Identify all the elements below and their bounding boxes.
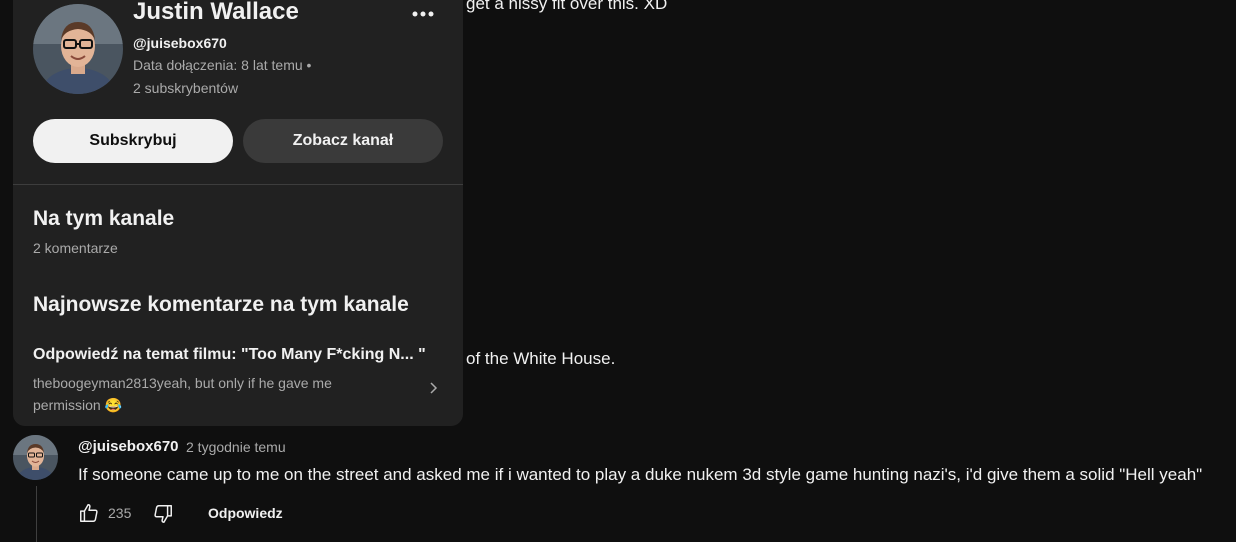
on-channel-heading: Na tym kanale [33, 207, 175, 230]
comment-text-fragment: of the White House. [466, 349, 616, 368]
join-date: Data dołączenia: 8 lat temu • [133, 57, 312, 73]
thumbs-down-icon [154, 505, 172, 523]
channel-handle: @juisebox670 [133, 35, 227, 51]
channel-name: Justin Wallace [133, 0, 299, 25]
comment-timestamp[interactable]: 2 tygodnie temu [186, 439, 286, 455]
channel-hover-card: Justin Wallace @juisebox670 Data dołącze… [13, 0, 463, 426]
thumbs-up-icon [80, 504, 98, 522]
comment-text-fragment: get a hissy fit over this. XD [466, 0, 668, 13]
recent-comment-snippet: theboogeyman2813yeah, but only if he gav… [33, 375, 332, 413]
avatar-image [33, 4, 123, 94]
page: get a hissy fit over this. XD of the Whi… [0, 0, 1236, 542]
comment-author[interactable]: @juisebox670 [78, 438, 179, 455]
avatar[interactable] [33, 4, 123, 94]
comment-avatar[interactable] [13, 435, 58, 480]
recent-comments-heading: Najnowsze komentarze na tym kanale [33, 293, 409, 316]
subscribe-button[interactable]: Subskrybuj [33, 119, 233, 163]
subscriber-count: 2 subskrybentów [133, 80, 239, 96]
comment-text: If someone came up to me on the street a… [78, 465, 1203, 484]
more-options-button[interactable] [408, 2, 438, 26]
view-channel-button[interactable]: Zobacz kanał [243, 119, 443, 163]
like-button[interactable] [78, 502, 100, 524]
dislike-button[interactable] [152, 503, 174, 525]
chevron-right-icon [430, 382, 438, 394]
comment-count: 2 komentarze [33, 240, 118, 256]
more-vert-icon [412, 11, 434, 17]
divider [13, 184, 463, 185]
recent-comment-item[interactable]: Odpowiedź na temat filmu: "Too Many F*ck… [13, 340, 463, 416]
like-count: 235 [108, 505, 132, 521]
avatar-image [13, 435, 58, 480]
thread-line [36, 486, 37, 542]
reply-button[interactable]: Odpowiedz [208, 505, 283, 521]
recent-comment-title: Odpowiedź na temat filmu: "Too Many F*ck… [33, 346, 426, 363]
